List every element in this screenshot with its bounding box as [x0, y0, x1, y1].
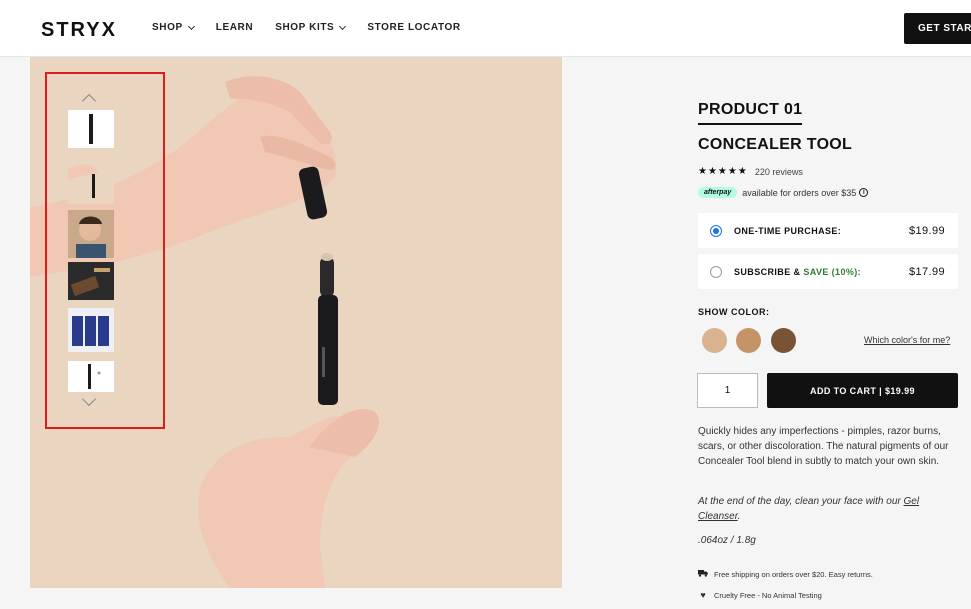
- heart-icon: ♥: [700, 590, 706, 600]
- site-header: STRYX SHOP LEARN SHOP KITS STORE LOCATOR…: [0, 0, 971, 57]
- logo[interactable]: STRYX: [41, 19, 117, 42]
- nav-shop-kits-label: SHOP KITS: [275, 22, 335, 33]
- add-to-cart-button[interactable]: ADD TO CART | $19.99: [767, 373, 958, 408]
- perk-shipping-text: Free shipping on orders over $20. Easy r…: [714, 569, 873, 579]
- subscribe-price: $17.99: [908, 265, 945, 278]
- thumbnail-product-pen[interactable]: [68, 110, 114, 148]
- thumbnail-pen-cap[interactable]: [68, 361, 114, 392]
- nav-shop-kits[interactable]: SHOP KITS: [275, 22, 347, 33]
- subscribe-save-text: SAVE (10%):: [803, 266, 862, 277]
- usage-tip-suffix: .: [737, 511, 741, 522]
- nav-store-locator[interactable]: STORE LOCATOR: [367, 22, 460, 33]
- radio-unselected-icon[interactable]: [710, 265, 722, 278]
- star-rating-icon: ★★★★★: [698, 166, 748, 177]
- perk-cruelty-free: ♥ Cruelty Free - No Animal Testing: [698, 590, 822, 600]
- quantity-input[interactable]: 1: [697, 373, 758, 408]
- afterpay-notice: afterpay available for orders over $35 i: [698, 187, 869, 198]
- thumbnail-flatlay[interactable]: [68, 262, 114, 300]
- flatlay-thumbnail-graphic: [68, 262, 114, 300]
- one-time-purchase-price: $19.99: [908, 224, 945, 237]
- color-label: SHOW COLOR:: [698, 307, 770, 317]
- main-nav: SHOP LEARN SHOP KITS STORE LOCATOR: [152, 22, 483, 33]
- nav-learn-label: LEARN: [215, 22, 254, 33]
- one-time-purchase-option[interactable]: ONE-TIME PURCHASE: $19.99: [698, 213, 958, 248]
- chevron-down-icon: [339, 22, 347, 30]
- color-swatch-light[interactable]: [702, 328, 727, 353]
- afterpay-logo: afterpay: [698, 187, 738, 198]
- review-count: 220 reviews: [754, 166, 803, 177]
- afterpay-text: available for orders over $35: [742, 187, 857, 198]
- hands-thumbnail-graphic: [68, 158, 114, 204]
- product-number: PRODUCT 01: [698, 101, 803, 125]
- color-swatch-dark[interactable]: [771, 328, 796, 353]
- chevron-down-icon: [187, 22, 195, 30]
- pen-cap-thumbnail-graphic: [88, 364, 101, 389]
- usage-tip-prefix: At the end of the day, clean your face w…: [698, 496, 904, 507]
- man-thumbnail-graphic: [68, 210, 114, 258]
- one-time-purchase-label: ONE-TIME PURCHASE:: [734, 225, 842, 236]
- subscribe-label: SUBSCRIBE & SAVE (10%):: [734, 267, 909, 277]
- thumbnail-man-applying[interactable]: [68, 210, 114, 258]
- perk-shipping: Free shipping on orders over $20. Easy r…: [698, 569, 873, 579]
- info-icon[interactable]: i: [859, 188, 869, 197]
- product-title: CONCEALER TOOL: [698, 136, 853, 153]
- truck-icon: [698, 569, 708, 579]
- usage-tip: At the end of the day, clean your face w…: [698, 494, 958, 524]
- nav-shop[interactable]: SHOP: [152, 22, 195, 33]
- thumbnail-three-pack[interactable]: [68, 308, 114, 352]
- subscribe-option[interactable]: SUBSCRIBE & SAVE (10%): $17.99: [698, 254, 958, 289]
- radio-selected-icon[interactable]: [710, 224, 722, 237]
- which-color-link[interactable]: Which color's for me?: [864, 335, 950, 345]
- thumbnail-hands-pen[interactable]: [68, 158, 114, 204]
- get-started-button[interactable]: GET STARTED: [904, 13, 971, 44]
- nav-shop-label: SHOP: [152, 22, 183, 33]
- color-swatch-medium[interactable]: [736, 328, 761, 353]
- subscribe-label-prefix: SUBSCRIBE &: [734, 266, 804, 277]
- nav-store-locator-label: STORE LOCATOR: [367, 22, 461, 33]
- perk-cruelty-free-text: Cruelty Free - No Animal Testing: [714, 590, 822, 600]
- pen-thumbnail-graphic: [89, 114, 93, 144]
- product-weight: .064oz / 1.8g: [698, 535, 756, 546]
- three-pack-thumbnail-graphic: [68, 308, 114, 352]
- product-description: Quickly hides any imperfections - pimple…: [698, 426, 949, 467]
- nav-learn[interactable]: LEARN: [216, 22, 253, 33]
- product-rating[interactable]: ★★★★★ 220 reviews: [698, 166, 803, 177]
